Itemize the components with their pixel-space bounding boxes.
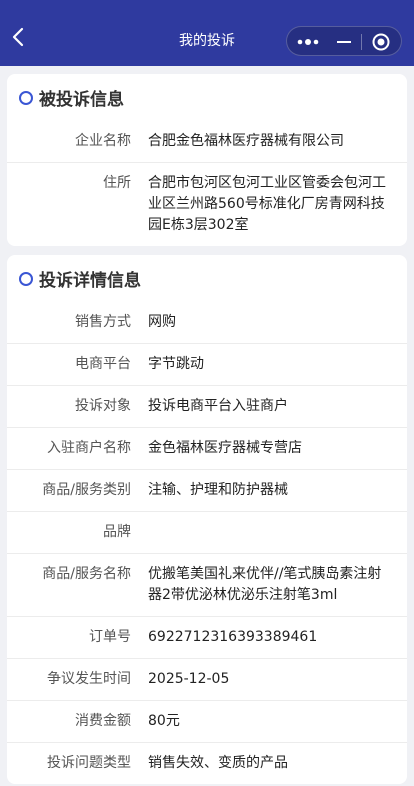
info-row: 订单号 6922712316393389461 bbox=[7, 616, 407, 658]
row-label: 销售方式 bbox=[75, 314, 131, 330]
row-label: 消费金额 bbox=[75, 713, 131, 729]
row-label: 订单号 bbox=[89, 629, 131, 645]
row-label: 电商平台 bbox=[75, 356, 131, 372]
info-row: 争议发生时间 2025-12-05 bbox=[7, 658, 407, 700]
info-row: 商品/服务类别 注输、护理和防护器械 bbox=[7, 469, 407, 511]
row-value: 80元 bbox=[148, 713, 180, 729]
capsule-divider bbox=[361, 34, 362, 50]
row-label: 商品/服务名称 bbox=[42, 566, 131, 582]
section-header: 被投诉信息 bbox=[7, 74, 407, 121]
row-value: 2025-12-05 bbox=[148, 671, 230, 687]
row-value bbox=[131, 522, 407, 543]
row-label: 企业名称 bbox=[75, 133, 131, 149]
row-value: 合肥市包河区包河工业区管委会包河工业区兰州路560号标准化厂房青网科技园E栋3层… bbox=[148, 175, 386, 233]
section-bullet-icon bbox=[19, 90, 33, 105]
nav-bar: 我的投诉 bbox=[0, 0, 414, 66]
company-info-card: 被投诉信息 企业名称 合肥金色福林医疗器械有限公司 住所 合肥市包河区包河工业区… bbox=[7, 74, 407, 246]
info-row: 商品/服务名称 优搬笔美国礼来优伴//笔式胰岛素注射器2带优泌林优泌乐注射笔3m… bbox=[7, 553, 407, 616]
section-bullet-icon bbox=[19, 271, 33, 286]
row-value: 销售失效、变质的产品 bbox=[148, 755, 288, 771]
info-row: 投诉对象 投诉电商平台入驻商户 bbox=[7, 385, 407, 427]
target-close-icon[interactable] bbox=[372, 33, 390, 51]
section-title: 投诉详情信息 bbox=[39, 271, 141, 291]
row-value: 6922712316393389461 bbox=[148, 629, 318, 645]
row-label: 住所 bbox=[103, 175, 131, 191]
info-row: 企业名称 合肥金色福林医疗器械有限公司 bbox=[7, 121, 407, 162]
info-row: 投诉问题类型 销售失效、变质的产品 bbox=[7, 742, 407, 784]
row-value: 优搬笔美国礼来优伴//笔式胰岛素注射器2带优泌林优泌乐注射笔3ml bbox=[148, 566, 382, 603]
row-value: 合肥金色福林医疗器械有限公司 bbox=[148, 133, 344, 149]
section-header: 投诉详情信息 bbox=[7, 255, 407, 302]
complaint-detail-card: 投诉详情信息 销售方式 网购 电商平台 字节跳动 投诉对象 投诉电商平台入驻商户… bbox=[7, 255, 407, 784]
row-label: 投诉问题类型 bbox=[47, 755, 131, 771]
more-dots-icon[interactable] bbox=[297, 37, 319, 47]
info-row: 住所 合肥市包河区包河工业区管委会包河工业区兰州路560号标准化厂房青网科技园E… bbox=[7, 162, 407, 246]
info-row: 消费金额 80元 bbox=[7, 700, 407, 742]
section-title: 被投诉信息 bbox=[39, 90, 124, 110]
row-value: 投诉电商平台入驻商户 bbox=[148, 398, 288, 414]
row-label: 投诉对象 bbox=[75, 398, 131, 414]
row-label: 商品/服务类别 bbox=[42, 482, 131, 498]
info-row: 销售方式 网购 bbox=[7, 302, 407, 343]
info-row: 电商平台 字节跳动 bbox=[7, 343, 407, 385]
content-area: 被投诉信息 企业名称 合肥金色福林医疗器械有限公司 住所 合肥市包河区包河工业区… bbox=[0, 66, 414, 786]
info-row: 品牌 bbox=[7, 511, 407, 553]
row-label: 品牌 bbox=[103, 524, 131, 540]
info-row: 入驻商户名称 金色福林医疗器械专营店 bbox=[7, 427, 407, 469]
minimize-icon[interactable] bbox=[337, 41, 351, 43]
row-value: 金色福林医疗器械专营店 bbox=[148, 440, 302, 456]
row-value: 字节跳动 bbox=[148, 356, 204, 372]
mini-program-capsule bbox=[286, 26, 402, 56]
row-value: 注输、护理和防护器械 bbox=[148, 482, 288, 498]
row-label: 争议发生时间 bbox=[47, 671, 131, 687]
row-label: 入驻商户名称 bbox=[47, 440, 131, 456]
row-value: 网购 bbox=[148, 314, 176, 330]
